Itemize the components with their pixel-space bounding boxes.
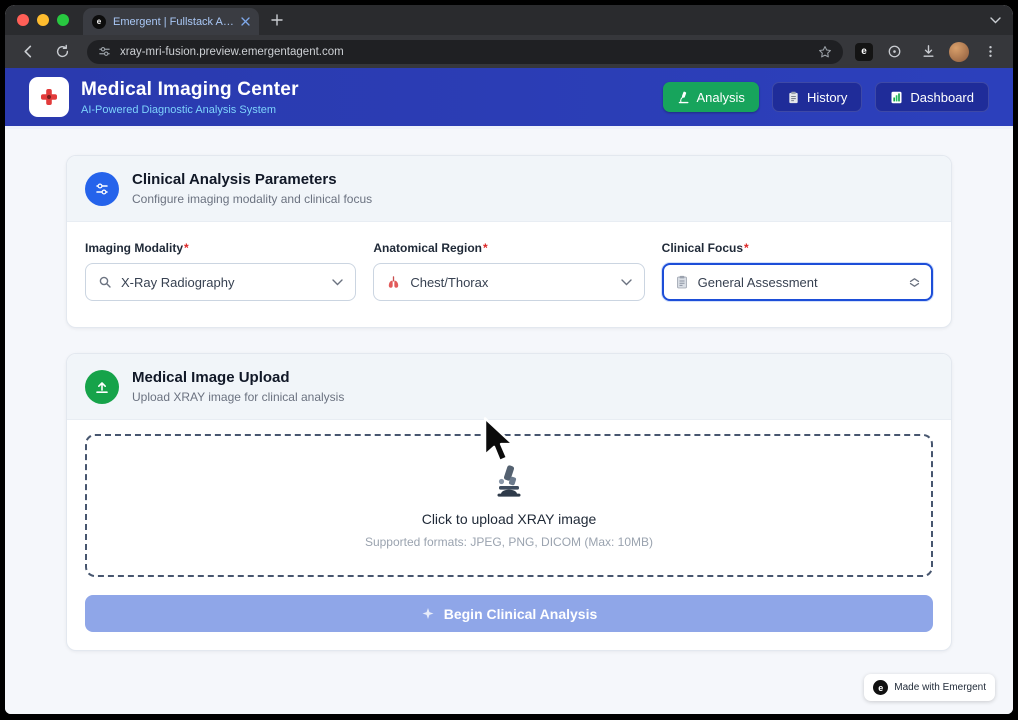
upload-card-title: Medical Image Upload [132,369,290,386]
window-controls [17,14,69,26]
url-text[interactable]: xray-mri-fusion.preview.emergentagent.co… [120,46,809,58]
emergent-logo-icon: e [873,680,889,695]
close-window-button[interactable] [17,14,29,26]
bar-chart-icon [891,91,902,103]
dropzone-title: Click to upload XRAY image [421,510,597,527]
chevron-down-icon [332,278,344,286]
clinical-focus-value: General Assessment [697,274,818,290]
main-content: Clinical Analysis Parameters Configure i… [5,129,1013,714]
nav-history-button[interactable]: History [771,82,863,112]
microscope-icon [678,91,688,103]
history-clipboard-icon [789,91,798,103]
header-nav: Analysis History Dashboard [662,82,989,112]
upload-card-titles: Medical Image Upload Upload XRAY image f… [132,369,344,404]
parameters-card-subtitle: Configure imaging modality and clinical … [132,192,373,206]
pinned-extension-icon[interactable]: e [855,42,873,61]
begin-analysis-label: Begin Clinical Analysis [443,605,598,622]
app-header: Medical Imaging Center AI-Powered Diagno… [5,68,1013,129]
site-settings-icon[interactable] [98,45,111,58]
clinical-focus-label: Clinical Focus* [661,241,749,255]
tab-favicon-icon: e [92,14,106,29]
sliders-icon [96,182,108,195]
clipboard-icon [676,275,687,289]
magnifier-icon [99,276,111,288]
upload-dropzone[interactable]: Click to upload XRAY image Supported for… [85,434,933,577]
page-subtitle: AI-Powered Diagnostic Analysis System [81,103,277,116]
extensions-icon[interactable] [881,39,907,65]
back-button[interactable] [15,39,41,65]
header-titles: Medical Imaging Center AI-Powered Diagno… [81,79,299,116]
begin-analysis-button[interactable]: Begin Clinical Analysis [85,595,933,632]
required-asterisk: * [744,241,749,255]
browser-toolbar: xray-mri-fusion.preview.emergentagent.co… [5,35,1013,68]
browser-menu-icon[interactable] [977,39,1003,65]
made-with-emergent-label: Made with Emergent [894,682,986,693]
tab-close-icon[interactable] [241,17,250,26]
profile-avatar[interactable] [949,41,969,62]
parameters-card-title: Clinical Analysis Parameters [132,171,337,188]
nav-dashboard-label: Dashboard [910,89,974,105]
upload-card-subtitle: Upload XRAY image for clinical analysis [132,390,345,404]
anatomical-region-select[interactable]: Chest/Thorax [373,263,645,301]
address-bar[interactable]: xray-mri-fusion.preview.emergentagent.co… [87,39,843,64]
imaging-modality-select[interactable]: X-Ray Radiography [85,263,357,301]
tab-title: Emergent | Fullstack App [113,15,234,28]
required-asterisk: * [184,241,189,255]
made-with-emergent-badge[interactable]: e Made with Emergent [864,674,995,701]
parameters-fields: Imaging Modality* X-Ray Radiography Anat… [67,222,951,327]
nav-analysis-button[interactable]: Analysis [662,82,759,112]
bookmark-star-icon[interactable] [818,45,832,59]
parameters-card-header: Clinical Analysis Parameters Configure i… [67,156,951,222]
required-asterisk: * [483,241,488,255]
tab-search-chevron-icon[interactable] [990,16,1001,24]
browser-tab-strip: e Emergent | Fullstack App [5,5,1013,35]
sparkle-icon [422,607,434,619]
nav-analysis-label: Analysis [696,89,745,105]
lungs-icon [389,275,399,288]
chevron-down-icon [909,277,920,287]
clinical-focus-field: Clinical Focus* General Assessment [661,241,933,301]
clinical-focus-select[interactable]: General Assessment [661,263,933,301]
image-upload-card: Medical Image Upload Upload XRAY image f… [66,353,952,651]
upload-arrow-icon [96,381,108,393]
browser-window: e Emergent | Fullstack App xray-mri-fusi… [5,5,1013,714]
downloads-icon[interactable] [915,39,941,65]
zoom-window-button[interactable] [57,14,69,26]
microscope-icon [497,464,521,497]
dropzone-hint: Supported formats: JPEG, PNG, DICOM (Max… [364,534,654,549]
app-logo [29,77,69,117]
anatomical-region-label: Anatomical Region* [373,241,488,255]
page-title: Medical Imaging Center [81,78,299,100]
clinical-parameters-card: Clinical Analysis Parameters Configure i… [66,155,952,328]
reload-button[interactable] [49,39,75,65]
browser-tab[interactable]: e Emergent | Fullstack App [83,8,259,35]
minimize-window-button[interactable] [37,14,49,26]
chevron-down-icon [620,278,632,286]
new-tab-button[interactable] [271,14,283,26]
imaging-modality-field: Imaging Modality* X-Ray Radiography [85,241,357,301]
imaging-modality-value: X-Ray Radiography [121,274,235,290]
upload-card-header: Medical Image Upload Upload XRAY image f… [67,354,951,420]
medical-cross-icon [41,89,57,105]
anatomical-region-value: Chest/Thorax [410,274,489,290]
anatomical-region-field: Anatomical Region* Chest/Thorax [373,241,645,301]
upload-icon [85,369,119,404]
nav-history-label: History [806,89,848,105]
parameters-icon [85,171,119,206]
nav-dashboard-button[interactable]: Dashboard [875,82,989,112]
parameters-card-titles: Clinical Analysis Parameters Configure i… [132,171,372,206]
imaging-modality-label: Imaging Modality* [85,241,189,255]
